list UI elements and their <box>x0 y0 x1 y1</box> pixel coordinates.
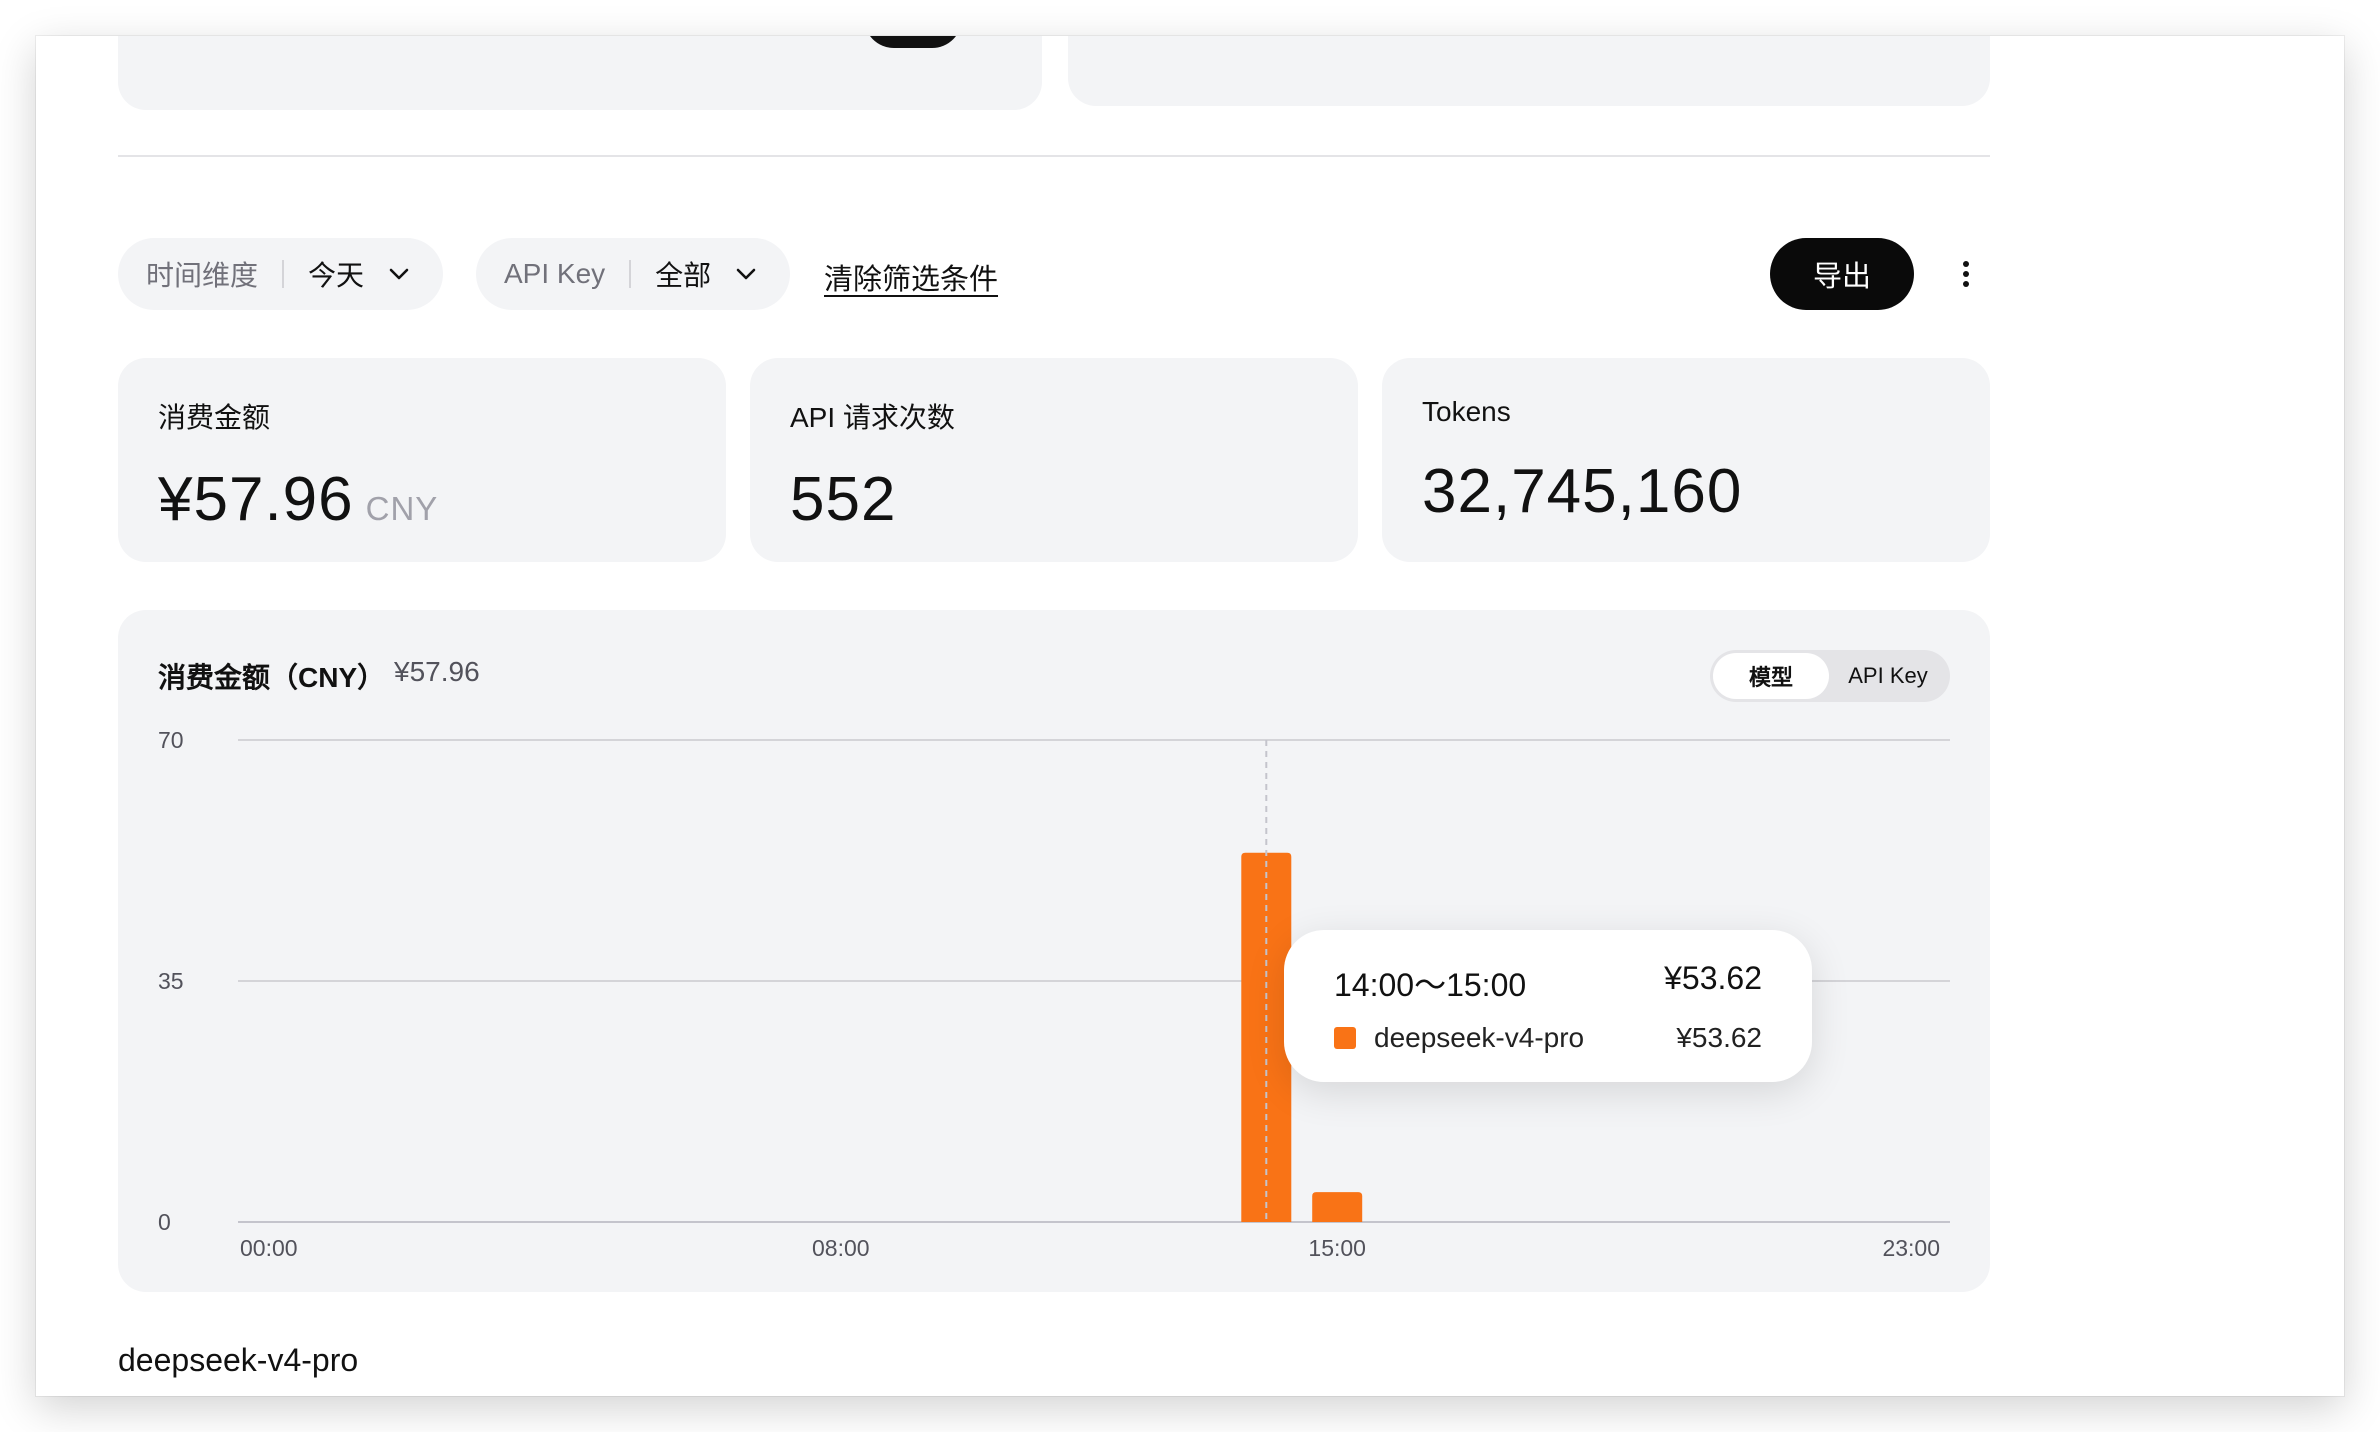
tooltip-series-row: deepseek-v4-pro ¥53.62 <box>1334 1022 1762 1054</box>
section-divider <box>118 155 1990 157</box>
stat-title: 消费金额 <box>158 402 271 433</box>
chart-tooltip: 14:00～15:00 ¥53.62 deepseek-v4-pro ¥53.6… <box>1284 930 1812 1082</box>
top-card-right <box>1068 36 1990 106</box>
time-dimension-select[interactable]: 时间维度 今天 <box>118 238 443 310</box>
filter-bar: 时间维度 今天 API Key 全部 清除筛选条件 导出 <box>118 238 1990 310</box>
model-section-heading: deepseek-v4-pro <box>118 1342 359 1378</box>
x-tick-label: 08:00 <box>812 1235 870 1261</box>
y-tick-label: 0 <box>158 1209 171 1235</box>
stat-number: ¥57.96 <box>158 465 354 534</box>
bar-15:00[interactable] <box>1312 1192 1363 1222</box>
clear-filters-link[interactable]: 清除筛选条件 <box>824 256 998 298</box>
stat-value: 32,745,160 <box>1422 457 1743 526</box>
stat-card-cost: 消费金额 ¥57.96 CNY <box>118 358 726 562</box>
series-color-swatch <box>1334 1027 1356 1049</box>
more-options-icon[interactable] <box>1944 252 1988 296</box>
top-card-left <box>118 36 1042 110</box>
x-tick-label: 15:00 <box>1308 1235 1366 1261</box>
tooltip-range: 14:00～15:00 <box>1334 967 1527 1003</box>
x-tick-label: 00:00 <box>240 1235 298 1261</box>
y-tick-label: 70 <box>158 727 184 753</box>
top-card-button[interactable] <box>864 36 962 48</box>
stat-card-requests: API 请求次数 552 <box>750 358 1358 562</box>
api-key-filter-label: API Key <box>504 258 606 289</box>
tooltip-total: ¥53.62 <box>1664 960 1762 996</box>
x-tick-label: 23:00 <box>1882 1235 1940 1261</box>
stat-card-tokens: Tokens 32,745,160 <box>1382 358 1990 562</box>
stat-value: 552 <box>790 465 897 534</box>
cost-chart-panel: 消费金额（CNY） ¥57.96 模型 API Key 0 35 70 00:00 08… <box>118 610 1990 1292</box>
stat-unit: CNY <box>365 490 439 527</box>
stat-title: Tokens <box>1422 396 1511 427</box>
y-tick-label: 35 <box>158 968 184 994</box>
api-key-filter-value: 全部 <box>655 260 712 291</box>
tooltip-series-name: deepseek-v4-pro <box>1374 1022 1585 1053</box>
stat-title: API 请求次数 <box>790 402 955 433</box>
time-dimension-label: 时间维度 <box>146 260 259 291</box>
stat-value: ¥57.96 CNY <box>158 464 686 535</box>
tooltip-header: 14:00～15:00 ¥53.62 <box>1334 960 1762 1006</box>
chevron-down-icon <box>733 261 759 287</box>
filter-separator <box>629 260 632 288</box>
filter-separator <box>282 260 285 288</box>
tooltip-series-value: ¥53.62 <box>1676 1022 1762 1053</box>
chevron-down-icon <box>386 261 412 287</box>
api-key-select[interactable]: API Key 全部 <box>476 238 790 310</box>
main-content: 时间维度 今天 API Key 全部 清除筛选条件 导出 消费金额 ¥57.96… <box>118 36 1990 1396</box>
export-button[interactable]: 导出 <box>1770 238 1914 310</box>
time-dimension-value: 今天 <box>308 260 365 291</box>
app-window: 时间维度 今天 API Key 全部 清除筛选条件 导出 消费金额 ¥57.96… <box>36 36 2344 1396</box>
